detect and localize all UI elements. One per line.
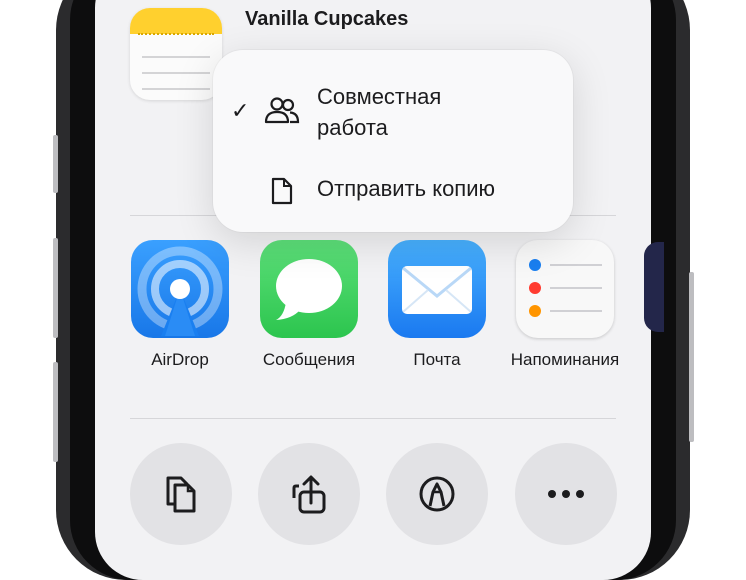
copy-button[interactable] [130, 443, 232, 545]
note-title: Vanilla Cupcakes [245, 8, 409, 30]
document-icon [271, 177, 293, 205]
menu-item-label: Совместная [317, 84, 442, 109]
markup-icon [419, 476, 455, 512]
divider [130, 418, 616, 419]
menu-item-label: Отправить копию [317, 176, 496, 201]
share-target-messages[interactable]: Сообщения [249, 240, 369, 370]
volume-up-side-button [53, 238, 58, 338]
export-icon [292, 475, 326, 514]
more-button[interactable] [515, 443, 617, 545]
share-target-airdrop[interactable]: AirDrop [120, 240, 240, 370]
share-target-reminders[interactable]: Напоминания [505, 240, 625, 370]
power-side-button [689, 272, 694, 442]
export-button[interactable] [258, 443, 360, 545]
reminders-icon [516, 240, 614, 338]
menu-item-collaborate[interactable]: Совместная работа [213, 72, 573, 172]
app-label: AirDrop [151, 350, 209, 369]
more-icon [548, 490, 584, 498]
app-label: Сообщения [262, 350, 356, 369]
menu-item-send-copy[interactable]: Отправить копию [213, 172, 573, 220]
app-label: Напоминания [510, 350, 620, 369]
airdrop-icon [131, 240, 229, 338]
share-target-mail[interactable]: Почта [377, 240, 497, 370]
volume-down-side-button [53, 362, 58, 462]
menu-item-label: работа [317, 115, 388, 140]
markup-button[interactable] [386, 443, 488, 545]
share-target-partial[interactable] [644, 242, 664, 332]
mail-icon [388, 240, 486, 338]
collaboration-menu: ✓ Совместная работа Отправить копию [213, 50, 573, 232]
action-side-button [53, 135, 58, 193]
collaborate-people-icon [264, 97, 300, 124]
messages-icon [260, 240, 358, 338]
app-label: Почта [413, 350, 461, 369]
copy-icon [166, 476, 196, 513]
notes-app-icon [130, 8, 222, 100]
